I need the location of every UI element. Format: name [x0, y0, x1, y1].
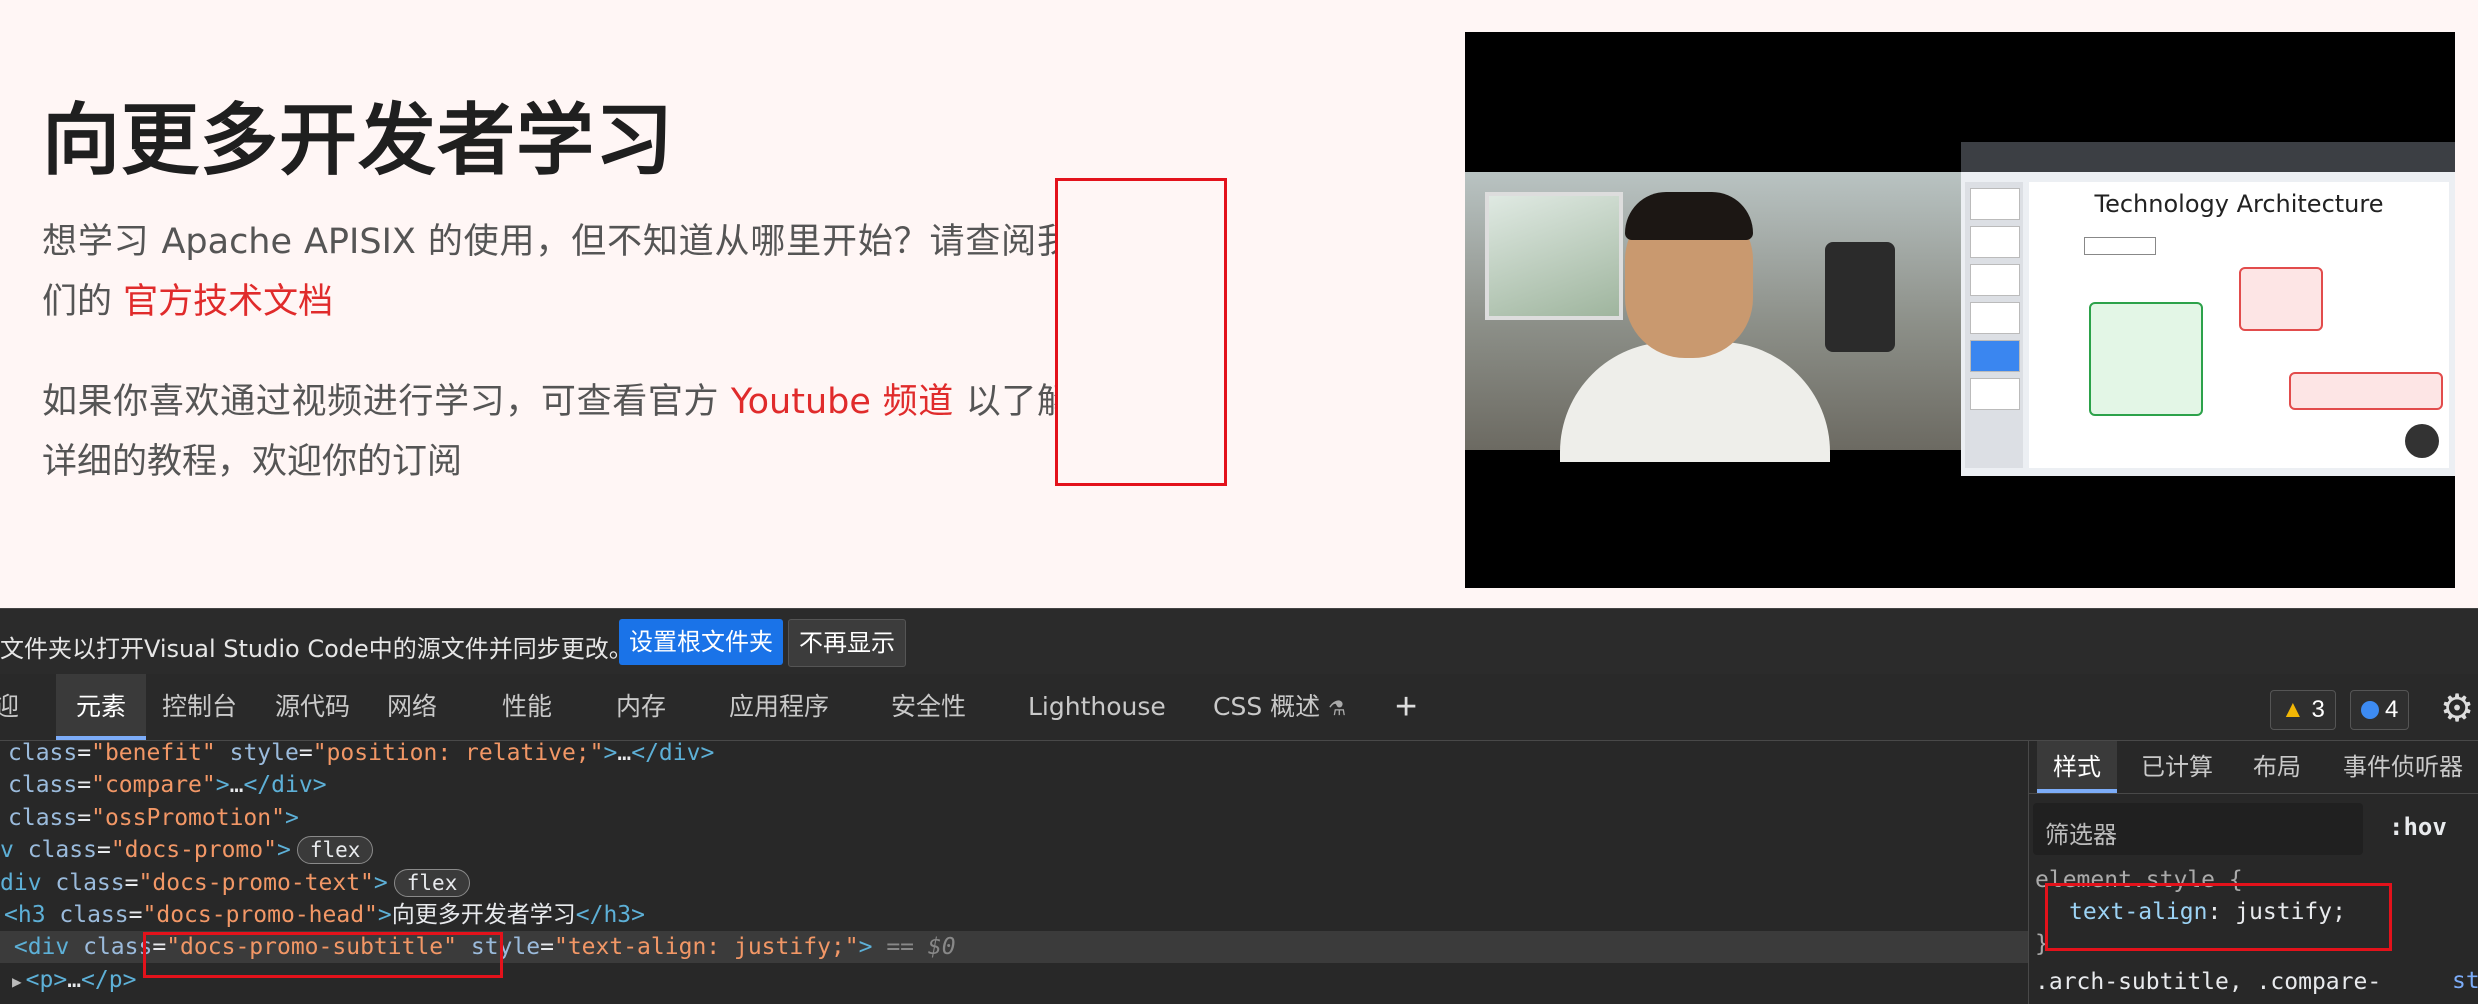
collapsed-ellipsis: …	[229, 772, 244, 798]
diagram-plugin-box	[2239, 267, 2323, 331]
slide-thumbnail	[1970, 226, 2020, 258]
tab-sources[interactable]: 源代码	[275, 674, 350, 740]
tab-performance[interactable]: 性能	[502, 674, 552, 740]
slide-thumbnail	[1970, 302, 2020, 334]
slide-thumbnail	[1970, 378, 2020, 410]
attr-value: "ossPromotion"	[91, 805, 285, 831]
docs-promo-paragraph-docs: 想学习 Apache APISIX 的使用，但不知道从哪里开始？请查阅我们的 官…	[42, 212, 1072, 332]
youtube-channel-link[interactable]: Youtube 频道	[731, 382, 954, 422]
highlight-box-subtitle-class	[143, 932, 503, 978]
devtools-tab-bar: 迎 元素 控制台 源代码 网络 性能 内存 应用程序 安全性 Lighthous…	[0, 674, 2478, 741]
dom-node-benefit[interactable]: class="benefit" style="position: relativ…	[8, 741, 714, 769]
dom-node-docs-promo-text[interactable]: div class="docs-promo-text"> flex	[0, 867, 471, 899]
tab-console[interactable]: 控制台	[162, 674, 237, 740]
warnings-count: 3	[2311, 696, 2325, 723]
dont-show-again-button[interactable]: 不再显示	[788, 619, 906, 667]
add-tab-plus-icon[interactable]: +	[1395, 686, 1417, 729]
flex-badge[interactable]: flex	[393, 869, 471, 897]
tab-application[interactable]: 应用程序	[729, 674, 829, 740]
diagram-client-box	[2084, 237, 2156, 255]
tab-network[interactable]: 网络	[387, 674, 437, 740]
warnings-badge[interactable]: ▲ 3	[2270, 690, 2336, 730]
highlight-box-text-align-rule	[2045, 883, 2392, 951]
settings-gear-icon[interactable]: ⚙	[2440, 686, 2474, 731]
workspace-banner: 文件夹以打开Visual Studio Code中的源文件并同步更改。 设置根文…	[0, 608, 2478, 675]
diagram-upstream-box	[2289, 372, 2443, 410]
attr-value: "benefit"	[91, 741, 216, 766]
styles-filter-input[interactable]: 筛选器	[2033, 803, 2363, 855]
issues-count: 4	[2385, 696, 2399, 723]
slide-thumbnail	[1970, 264, 2020, 296]
styles-tab-bar: 样式 已计算 布局 事件侦听器	[2029, 741, 2478, 794]
expand-triangle-icon[interactable]: ▶	[12, 972, 22, 991]
issues-badge[interactable]: 4	[2350, 690, 2410, 730]
selected-node-marker: == $0	[886, 934, 956, 960]
official-docs-link[interactable]: 官方技术文档	[123, 282, 333, 322]
tab-lighthouse[interactable]: Lighthouse	[1028, 674, 1166, 740]
dom-node-docs-promo-head[interactable]: <h3 class="docs-promo-head">向更多开发者学习</h3…	[4, 899, 645, 931]
set-root-folder-button[interactable]: 设置根文件夹	[619, 619, 783, 665]
webpage-content: 向更多开发者学习 想学习 Apache APISIX 的使用，但不知道从哪里开始…	[0, 0, 2478, 608]
docs-promo-paragraph-video: 如果你喜欢通过视频进行学习，可查看官方 Youtube 频道 以了解详细的教程，…	[42, 372, 1072, 492]
warning-triangle-icon: ▲	[2281, 696, 2305, 723]
slide-thumbnail	[1970, 188, 2020, 220]
apisix-logo-icon	[2405, 424, 2439, 458]
tab-computed[interactable]: 已计算	[2141, 741, 2213, 793]
attr-value: "docs-promo-text"	[138, 870, 374, 896]
arch-subtitle-selector: .arch-subtitle, .compare-	[2035, 969, 2382, 995]
tab-event-listeners[interactable]: 事件侦听器	[2343, 741, 2463, 793]
video-player[interactable]: Technology Architecture	[1465, 32, 2455, 588]
attr-value: "docs-promo-head"	[142, 902, 378, 928]
paragraph-text: 如果你喜欢通过视频进行学习，可查看官方	[42, 382, 720, 422]
node-text: 向更多开发者学习	[391, 902, 576, 928]
hover-state-toggle[interactable]: :hov	[2389, 813, 2447, 841]
docs-promo-head: 向更多开发者学习	[42, 96, 675, 186]
dom-node-docs-promo[interactable]: v class="docs-promo"> flex	[0, 834, 374, 866]
attr-name: style	[229, 741, 299, 766]
highlight-box-text-overflow	[1055, 178, 1227, 486]
diagram-apisix-box	[2089, 302, 2203, 416]
attr-value: "compare"	[91, 772, 216, 798]
tab-security[interactable]: 安全性	[891, 674, 966, 740]
tab-styles[interactable]: 样式	[2037, 741, 2117, 793]
styles-pane: 样式 已计算 布局 事件侦听器 筛选器 :hov element.style {…	[2028, 741, 2478, 1004]
presentation-toolbar	[1961, 142, 2455, 172]
message-icon	[2361, 701, 2379, 719]
dom-node-oss-promotion[interactable]: class="ossPromotion">	[8, 802, 299, 834]
slide-title: Technology Architecture	[2094, 190, 2384, 218]
dom-node-paragraph[interactable]: ▶ <p>…</p>	[12, 964, 136, 996]
attr-value: "position: relative;"	[312, 741, 604, 766]
collapsed-ellipsis: …	[67, 967, 82, 993]
flex-badge[interactable]: flex	[296, 836, 374, 864]
tab-css-overview-label: CSS 概述	[1213, 692, 1321, 721]
webcam-feed	[1465, 172, 1961, 462]
background-chair	[1825, 242, 1895, 352]
presenter-hair	[1625, 192, 1753, 240]
slide-thumbnail-active	[1970, 340, 2020, 372]
tab-memory[interactable]: 内存	[616, 674, 666, 740]
attr-value: "docs-promo"	[110, 837, 277, 863]
slide-thumbnails	[1965, 182, 2023, 468]
tab-layout[interactable]: 布局	[2253, 741, 2301, 793]
background-window	[1485, 192, 1623, 320]
tab-css-overview[interactable]: CSS 概述 ⚗	[1213, 674, 1346, 740]
attr-name: class	[8, 741, 78, 766]
presenter-body	[1560, 342, 1830, 462]
experiment-flask-icon: ⚗	[1328, 696, 1347, 720]
collapsed-ellipsis: …	[617, 741, 632, 766]
slide-deck: Technology Architecture	[1961, 142, 2455, 476]
attr-value: "text-align: justify;"	[553, 934, 859, 960]
tab-welcome[interactable]: 迎	[0, 674, 19, 740]
dom-node-compare[interactable]: class="compare">…</div>	[8, 769, 327, 801]
tab-elements[interactable]: 元素	[56, 674, 147, 740]
slide-canvas: Technology Architecture	[2029, 182, 2449, 468]
filter-placeholder: 筛选器	[2045, 821, 2117, 849]
stylesheet-source-link[interactable]: st	[2452, 968, 2478, 994]
banner-text: 文件夹以打开Visual Studio Code中的源文件并同步更改。	[0, 635, 633, 663]
